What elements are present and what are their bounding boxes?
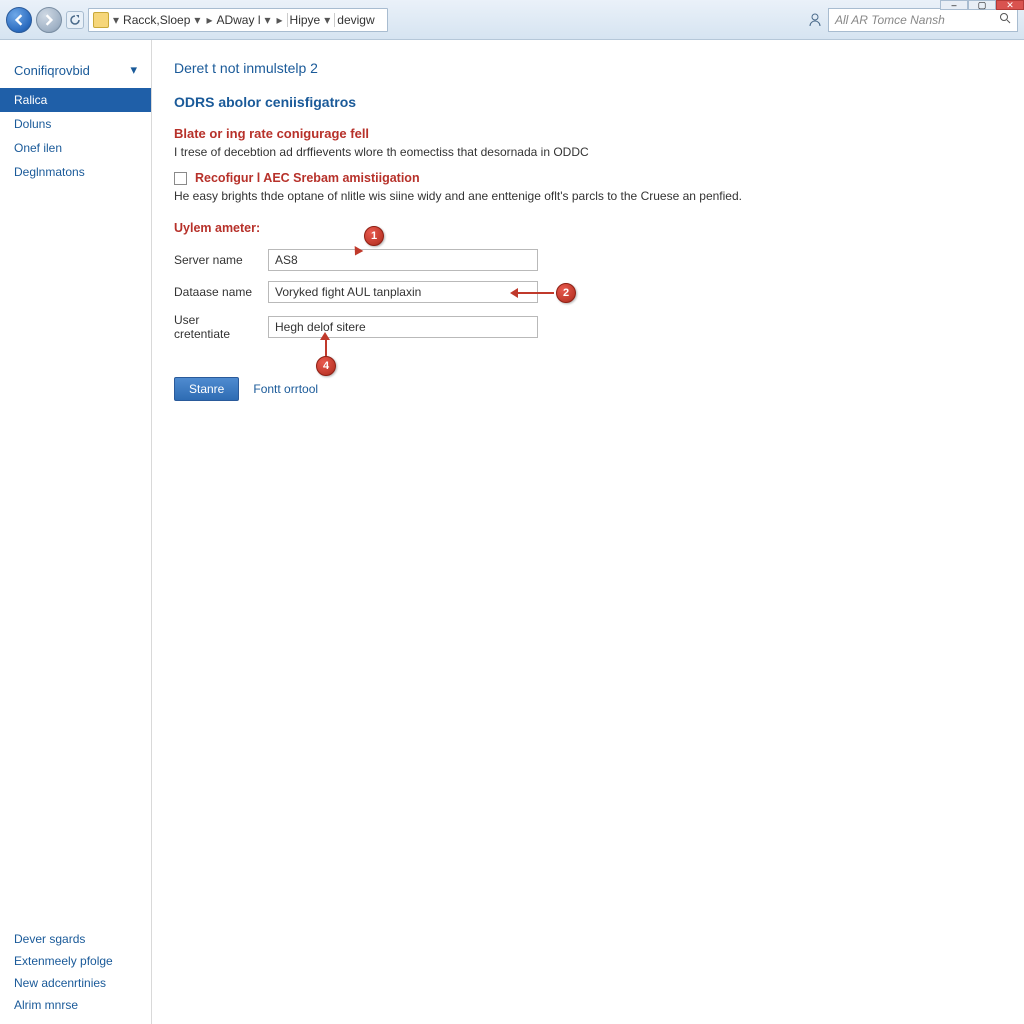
breadcrumb-seg[interactable]: ADway l [216, 13, 260, 27]
callout-4: 4 [316, 356, 336, 376]
sidebar-item-ralica[interactable]: Ralica [0, 88, 151, 112]
reconfigure-row: Recofigur l AEC Srebam amistiigation [174, 171, 1002, 185]
chevron-down-icon: ▾ [130, 62, 137, 78]
refresh-button[interactable] [66, 11, 84, 29]
chevron-right-icon: ▾ [322, 13, 332, 27]
user-label: User cretentiate [174, 313, 258, 341]
breadcrumb[interactable]: ▾ Racck,Sloep ▾ ▸ ADway l ▾ ▸ Hipye ▾ de… [88, 8, 388, 32]
server-label: Server name [174, 253, 258, 267]
parameters-heading: Uylem ameter: [174, 221, 1002, 235]
address-bar: ▾ Racck,Sloep ▾ ▸ ADway l ▾ ▸ Hipye ▾ de… [0, 0, 1024, 40]
section-title: ODRS abolor ceniisfigatros [174, 94, 1002, 110]
window-max-button[interactable]: ▢ [968, 0, 996, 10]
breadcrumb-seg[interactable]: Hipye [290, 13, 321, 27]
chevron-right-icon: ▾ [262, 13, 272, 27]
breadcrumb-seg[interactable]: devigw [337, 13, 374, 27]
database-label: Dataase name [174, 285, 258, 299]
database-input[interactable] [268, 281, 538, 303]
breadcrumb-seg[interactable]: Racck,Sloep [123, 13, 190, 27]
sidebar-bottom-item[interactable]: Extenmeely pfolge [0, 950, 151, 972]
sidebar-bottom-item[interactable]: New adcenrtinies [0, 972, 151, 994]
search-icon [999, 12, 1011, 27]
user-row: User cretentiate [174, 313, 1002, 341]
reconfigure-note: He easy brights thde optane of nlitle wi… [174, 189, 1002, 203]
search-input[interactable]: All AR Tomce Nansh [828, 8, 1018, 32]
sidebar-item-degln[interactable]: Deglnmatons [0, 160, 151, 184]
page-title: Deret t not inmulstelp 2 [174, 60, 1002, 76]
sidebar: Conifiqrovbid ▾ Ralica Doluns Onef ilen … [0, 40, 152, 1024]
sidebar-header-label: Conifiqrovbid [14, 63, 90, 78]
window-min-button[interactable]: – [940, 0, 968, 10]
arrow-icon [320, 332, 330, 340]
server-row: Server name [174, 249, 1002, 271]
chevron-right-icon: ▸ [204, 13, 214, 27]
chevron-right-icon: ▾ [192, 13, 202, 27]
save-button[interactable]: Stanre [174, 377, 239, 401]
sidebar-item-onef[interactable]: Onef ilen [0, 136, 151, 160]
user-icon[interactable] [806, 11, 824, 29]
arrow-line [325, 340, 327, 356]
sidebar-bottom-item[interactable]: Alrim mnrse [0, 994, 151, 1016]
config-description: I trese of decebtion ad drffievents wlor… [174, 145, 1002, 159]
callout-2: 2 [556, 283, 576, 303]
chevron-right-icon: ▸ [275, 13, 285, 27]
folder-icon [93, 12, 109, 28]
database-row: Dataase name [174, 281, 1002, 303]
nav-forward-button[interactable] [36, 7, 62, 33]
nav-back-button[interactable] [6, 7, 32, 33]
cancel-link[interactable]: Fontt orrtool [253, 382, 318, 396]
arrow-icon [510, 288, 518, 298]
window-controls: – ▢ ✕ [940, 0, 1024, 10]
config-heading: Blate or ing rate conigurage fell [174, 126, 1002, 141]
sidebar-item-doluns[interactable]: Doluns [0, 112, 151, 136]
reconfigure-label: Recofigur l AEC Srebam amistiigation [195, 171, 420, 185]
window-close-button[interactable]: ✕ [996, 0, 1024, 10]
reconfigure-checkbox[interactable] [174, 172, 187, 185]
button-row: Stanre Fontt orrtool [174, 377, 1002, 401]
sidebar-bottom: Dever sgards Extenmeely pfolge New adcen… [0, 928, 151, 1024]
content-area: Deret t not inmulstelp 2 ODRS abolor cen… [152, 40, 1024, 1024]
callout-1: 1 [364, 226, 384, 246]
sidebar-header[interactable]: Conifiqrovbid ▾ [0, 58, 151, 88]
chevron-right-icon: ▾ [111, 13, 121, 27]
sidebar-bottom-item[interactable]: Dever sgards [0, 928, 151, 950]
user-input[interactable] [268, 316, 538, 338]
server-input[interactable] [268, 249, 538, 271]
search-placeholder: All AR Tomce Nansh [835, 13, 945, 27]
arrow-line [518, 292, 554, 294]
